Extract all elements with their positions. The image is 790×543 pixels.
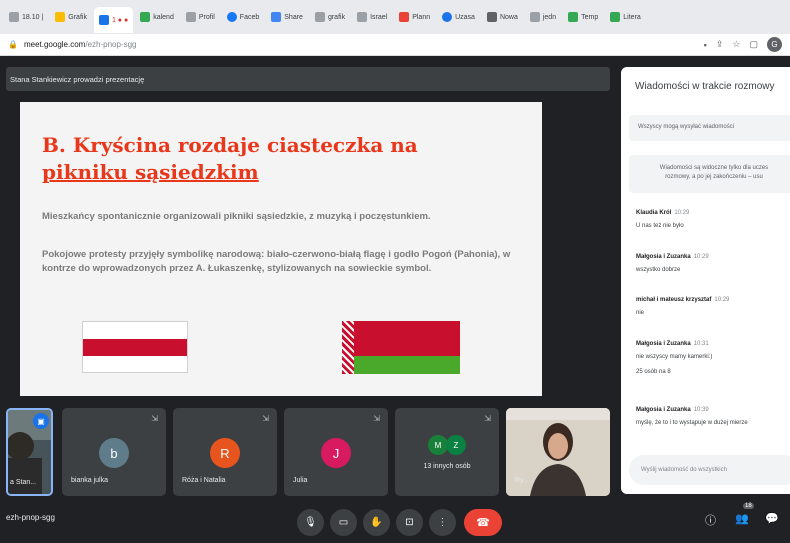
browser-tab[interactable]: Israel xyxy=(352,6,392,28)
share-icon[interactable]: ⇪ xyxy=(716,39,724,50)
slide-title: B. Kryścina rozdaje ciasteczka na piknik… xyxy=(42,133,418,184)
meeting-info-button[interactable]: ⓘ xyxy=(705,512,716,528)
participant-tile-presenter[interactable]: ▣ a Stan... xyxy=(6,408,53,496)
browser-actions: ▪ ⇪ ☆ ▢ G xyxy=(704,37,782,52)
slide-paragraph-1: Mieszkańcy spontanicznie organizowali pi… xyxy=(42,211,431,222)
browser-tab[interactable]: Share xyxy=(266,6,308,28)
microphone-icon: 🎙 xyxy=(304,517,317,528)
meet-window: 18.10 | Grafik 1 ● ● kalend Profil Faceb… xyxy=(0,0,790,543)
participant-tile-video[interactable]: Ry... xyxy=(506,408,610,496)
people-count-badge: 18 xyxy=(743,503,754,509)
tab-favicon-icon xyxy=(185,12,196,22)
present-button[interactable]: ⊡ xyxy=(396,509,423,536)
address-bar[interactable]: 🔒 meet.google.com/ezh-pnop-sgg ▪ ⇪ ☆ ▢ G xyxy=(0,34,790,56)
camera-permission-icon[interactable]: ▪ xyxy=(704,40,707,50)
tab-favicon-icon xyxy=(442,12,453,22)
bookmark-star-icon[interactable]: ☆ xyxy=(732,39,740,50)
presented-slide: B. Kryścina rozdaje ciasteczka na piknik… xyxy=(20,102,542,396)
chat-permission-toggle[interactable]: Wszyscy mogą wysyłać wiadomości xyxy=(629,115,790,141)
tab-favicon-icon xyxy=(568,12,579,22)
hand-icon: ✋ xyxy=(370,517,383,528)
facebook-icon xyxy=(226,12,237,22)
belarus-official-flag-image xyxy=(342,321,460,374)
url-text[interactable]: meet.google.com/ezh-pnop-sgg xyxy=(24,40,137,49)
pin-icon[interactable]: ⇲ xyxy=(484,414,491,423)
participant-tile[interactable]: ⇲ b bianka julka xyxy=(62,408,166,496)
avatar: Z xyxy=(446,435,466,455)
avatar: R xyxy=(210,438,240,468)
chat-button[interactable]: 💬 xyxy=(765,512,779,525)
google-icon xyxy=(529,12,540,22)
meet-favicon-icon xyxy=(98,15,109,25)
present-screen-icon: ⊡ xyxy=(405,517,414,528)
tab-favicon-icon xyxy=(140,12,151,22)
browser-tab[interactable]: Temp xyxy=(563,6,603,28)
chat-message-input[interactable]: Wyślij wiadomość do wszystkich xyxy=(629,455,790,485)
avatar: J xyxy=(321,438,351,468)
chat-message: michał i mateusz krzysztaf 10:29 nie xyxy=(636,297,730,316)
browser-tab[interactable]: jedn xyxy=(525,6,561,28)
participant-tile[interactable]: ⇲ J Julia xyxy=(284,408,388,496)
hang-up-icon: ☎ xyxy=(476,517,490,529)
browser-tab[interactable]: Nowa xyxy=(482,6,523,28)
more-vertical-icon: ⋮ xyxy=(437,517,448,528)
chat-message: Małgosia i Zuzanka 10:31 nie wszyscy mamy… xyxy=(636,341,713,375)
google-icon xyxy=(314,12,325,22)
browser-tab[interactable]: Profil xyxy=(181,6,220,28)
browser-tab-active[interactable]: 1 ● ● xyxy=(93,7,134,33)
chat-message: Klaudia Król 10:29 U nas też nie było xyxy=(636,210,690,229)
browser-tab[interactable]: Grafik xyxy=(50,6,92,28)
end-call-button[interactable]: ☎ xyxy=(464,509,502,536)
browser-tab[interactable]: grafik xyxy=(310,6,350,28)
people-button[interactable]: 👥 18 xyxy=(735,503,754,525)
pin-icon[interactable]: ⇲ xyxy=(262,414,269,423)
people-icon: 👥 xyxy=(735,513,749,525)
tab-favicon-icon xyxy=(399,12,410,22)
browser-tab[interactable]: Litera xyxy=(605,6,646,28)
camera-button[interactable]: ▭ xyxy=(330,509,357,536)
lock-icon: 🔒 xyxy=(8,40,18,49)
tab-favicon-icon xyxy=(271,12,282,22)
window-icon[interactable]: ▢ xyxy=(749,39,758,50)
tab-favicon-icon xyxy=(486,12,497,22)
tab-favicon-icon xyxy=(55,12,66,22)
raise-hand-button[interactable]: ✋ xyxy=(363,509,390,536)
slide-paragraph-2: Pokojowe protesty przyjęły symbolikę nar… xyxy=(42,249,511,274)
chat-panel: Wiadomości w trakcie rozmowy Wszyscy mog… xyxy=(621,67,790,494)
tab-favicon-icon xyxy=(610,12,621,22)
chat-title: Wiadomości w trakcie rozmowy xyxy=(635,81,775,92)
chat-message: Małgosia i Zuzanka 10:29 wszystko dobrze xyxy=(636,254,709,273)
chat-icon: 💬 xyxy=(765,513,779,525)
presenter-text: Stana Stankiewicz prowadzi prezentację xyxy=(10,74,145,84)
pin-icon[interactable]: ⇲ xyxy=(151,414,158,423)
white-red-white-flag-image xyxy=(82,321,188,373)
browser-tab-strip: 18.10 | Grafik 1 ● ● kalend Profil Faceb… xyxy=(0,0,790,34)
browser-tab[interactable]: 18.10 | xyxy=(4,6,48,28)
avatar: M xyxy=(428,435,448,455)
meeting-code: ezh-pnop-sgg xyxy=(6,513,55,522)
mic-button[interactable]: 🎙 xyxy=(297,509,324,536)
tab-favicon-icon xyxy=(9,12,19,22)
google-icon xyxy=(357,12,368,22)
more-options-button[interactable]: ⋮ xyxy=(429,509,456,536)
presenter-bar: Stana Stankiewicz prowadzi prezentację xyxy=(6,67,610,91)
others-tile[interactable]: ⇲ M Z 13 innych osób xyxy=(395,408,499,496)
participant-tile[interactable]: ⇲ R Róża i Natalia xyxy=(173,408,277,496)
profile-avatar[interactable]: G xyxy=(767,37,782,52)
chat-notice: Wiadomości są widoczne tylko dla uczes r… xyxy=(629,155,790,193)
avatar: b xyxy=(99,438,129,468)
browser-tab[interactable]: Plann xyxy=(394,6,435,28)
browser-tab[interactable]: kalend xyxy=(135,6,179,28)
chat-message: Małgosia i Zuzanka 10:39 myślę, że to i t… xyxy=(636,407,748,426)
info-icon: ⓘ xyxy=(705,515,716,527)
camera-icon: ▭ xyxy=(338,517,349,528)
pin-icon[interactable]: ⇲ xyxy=(373,414,380,423)
browser-tab[interactable]: Faceb xyxy=(222,6,264,28)
presenting-icon: ▣ xyxy=(33,413,49,429)
browser-tab[interactable]: Uzasa xyxy=(437,6,480,28)
